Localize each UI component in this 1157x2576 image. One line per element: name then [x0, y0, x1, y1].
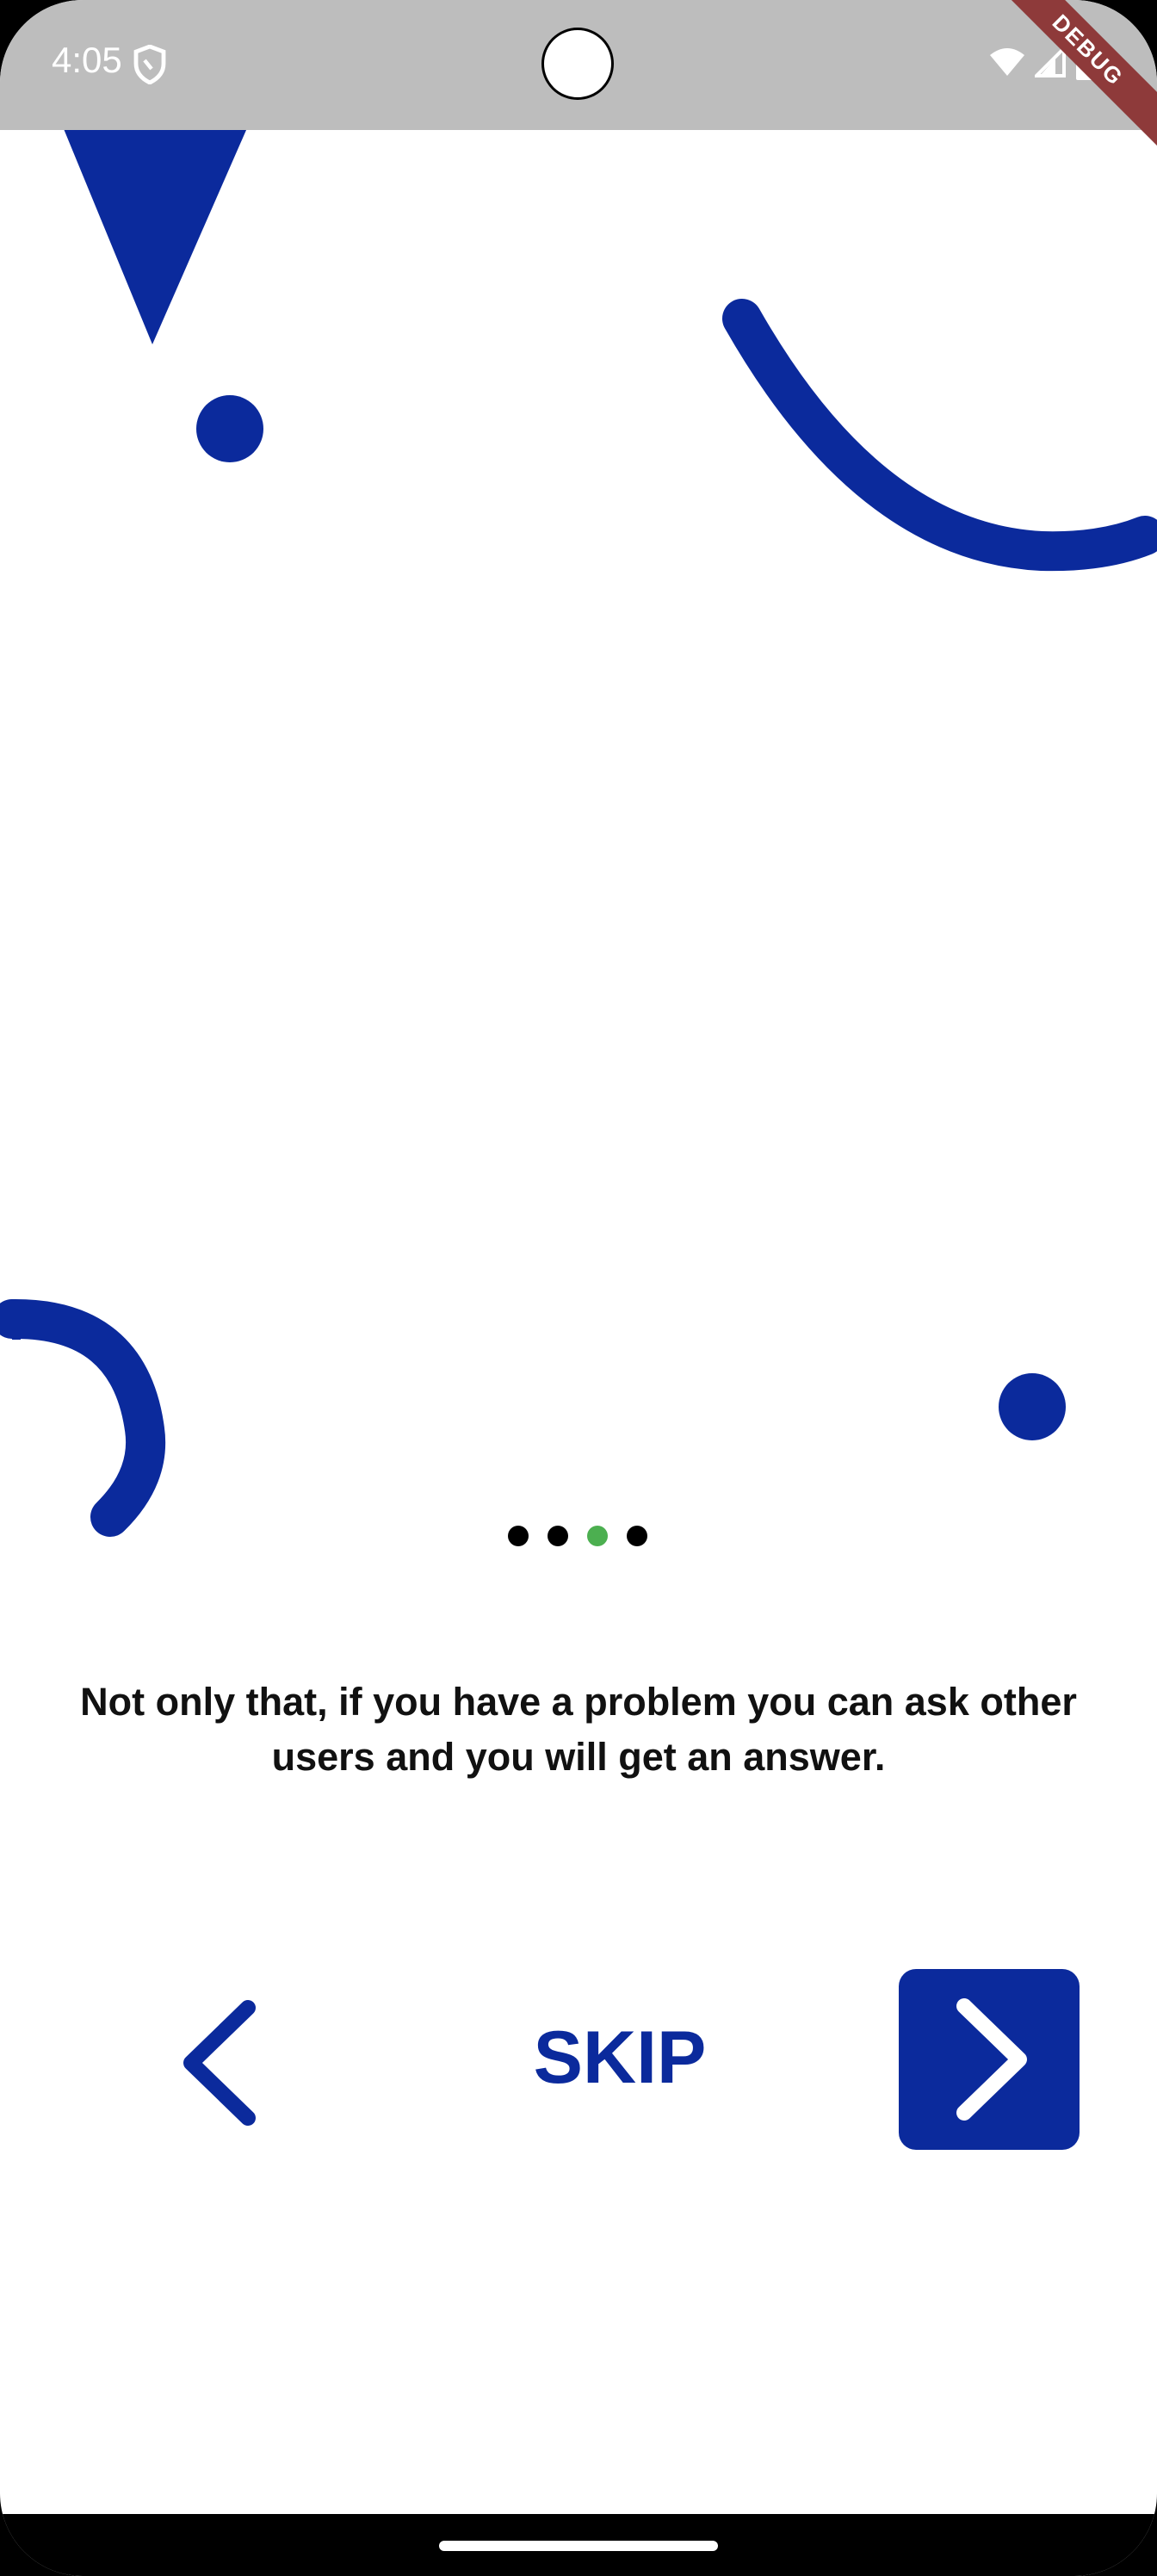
dot-shape-top	[196, 395, 263, 462]
home-indicator[interactable]	[439, 2541, 718, 2551]
page-dot-1	[508, 1526, 529, 1546]
camera-cutout	[541, 28, 614, 100]
skip-button[interactable]: SKIP	[482, 2015, 758, 2101]
onboarding-message: Not only that, if you have a problem you…	[80, 1680, 1077, 1779]
page-dot-3-active	[587, 1526, 608, 1546]
arc-shape-top-right	[722, 299, 1157, 572]
shield-icon	[133, 45, 166, 84]
dot-shape-right	[999, 1373, 1066, 1440]
phone-screen: 4:05 DEBUG Not only that, if you have a …	[0, 0, 1157, 2576]
chevron-right-icon	[956, 1998, 1027, 2121]
page-dot-4	[627, 1526, 647, 1546]
chevron-left-icon	[183, 2000, 256, 2126]
next-button[interactable]	[899, 1969, 1080, 2150]
page-dot-2	[548, 1526, 568, 1546]
signal-icon	[1035, 46, 1066, 77]
status-time: 4:05	[52, 40, 122, 80]
page-indicator	[508, 1526, 647, 1546]
arc-shape-left-cap	[12, 1300, 21, 1340]
status-bar: 4:05 DEBUG	[0, 0, 1157, 155]
wifi-icon	[990, 48, 1024, 76]
arc-shape-left	[0, 1298, 166, 1537]
decorative-shapes	[0, 40, 1157, 1537]
previous-button[interactable]	[176, 1994, 270, 2132]
